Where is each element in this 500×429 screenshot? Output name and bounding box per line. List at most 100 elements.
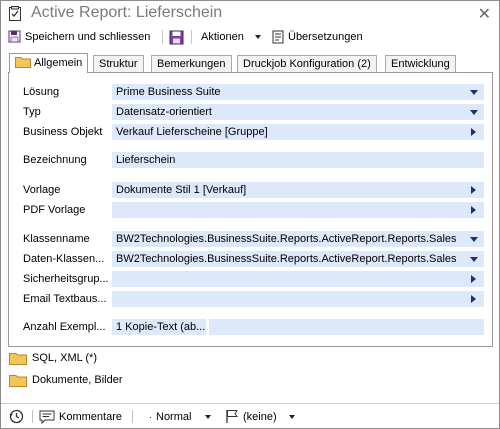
priority-dropdown[interactable]: · Normal: [149, 408, 212, 425]
actions-menu-button[interactable]: Aktionen: [201, 27, 261, 47]
anzahl-exemplare-input[interactable]: 1 Kopie-Text (ab...: [112, 319, 206, 335]
anzahl-exemplare-extra-field[interactable]: [209, 319, 484, 335]
tab-label: Druckjob Konfiguration (2): [243, 58, 371, 70]
comments-label: Kommentare: [59, 410, 122, 423]
tab-entwicklung[interactable]: Entwicklung: [385, 55, 456, 72]
field-value: Dokumente Stil 1 [Verkauf]: [116, 184, 247, 196]
report-app-icon: [9, 6, 21, 21]
tab-label: Bemerkungen: [157, 58, 226, 70]
lookup-arrow-icon[interactable]: [471, 275, 476, 283]
field-label: Email Textbaus...: [23, 293, 107, 305]
field-value: Prime Business Suite: [116, 86, 221, 98]
lookup-arrow-icon[interactable]: [471, 128, 476, 136]
priority-label: Normal: [156, 410, 192, 423]
tab-strip: Allgemein Struktur Bemerkungen Druckjob …: [1, 53, 499, 73]
typ-dropdown[interactable]: Datensatz-orientiert: [112, 104, 484, 120]
field-value: BW2Technologies.BusinessSuite.Reports.Ac…: [116, 253, 456, 265]
field-value: Verkauf Lieferscheine [Gruppe]: [116, 126, 268, 138]
save-close-label: Speichern und schliessen: [25, 31, 151, 43]
window-title: Active Report: Lieferschein: [31, 4, 223, 21]
lookup-arrow-icon[interactable]: [471, 186, 476, 194]
save-close-button[interactable]: Speichern und schliessen: [8, 27, 150, 47]
klassenname-dropdown[interactable]: BW2Technologies.BusinessSuite.Reports.Ac…: [112, 231, 484, 247]
daten-klassen-dropdown[interactable]: BW2Technologies.BusinessSuite.Reports.Ac…: [112, 251, 484, 267]
general-tab-panel: Lösung Prime Business Suite Typ Datensat…: [8, 72, 493, 347]
field-label: Daten-Klassen...: [23, 253, 105, 265]
close-icon[interactable]: ✕: [478, 4, 491, 23]
field-label: Typ: [23, 106, 41, 118]
sicherheitsgruppe-lookup[interactable]: [112, 271, 484, 287]
lookup-arrow-icon[interactable]: [471, 295, 476, 303]
toolbar-divider: [191, 30, 192, 44]
report-window: Active Report: Lieferschein ✕ Speichern …: [0, 0, 500, 429]
field-label: Sicherheitsgrup...: [23, 273, 109, 285]
folder-icon: [15, 57, 31, 68]
dropdown-arrow-icon[interactable]: [470, 110, 478, 115]
save-button[interactable]: [169, 27, 184, 47]
section-label: Dokumente, Bilder: [32, 374, 123, 386]
form-row-business-objekt: Business Objekt Verkauf Lieferscheine [G…: [23, 124, 484, 140]
form-row-sicherheitsgruppe: Sicherheitsgrup...: [23, 271, 484, 287]
form-row-daten-klassen: Daten-Klassen... BW2Technologies.Busines…: [23, 251, 484, 267]
section-dokumente-bilder[interactable]: Dokumente, Bilder: [9, 371, 123, 389]
flag-dropdown[interactable]: (keine): [225, 408, 295, 425]
chevron-down-icon: [288, 414, 295, 419]
pdf-vorlage-lookup[interactable]: [112, 202, 484, 218]
dropdown-arrow-icon[interactable]: [470, 237, 478, 242]
vorlage-lookup[interactable]: Dokumente Stil 1 [Verkauf]: [112, 182, 484, 198]
form-row-anzahl-exemplare: Anzahl Exempl... 1 Kopie-Text (ab...: [23, 319, 484, 335]
field-label: Bezeichnung: [23, 154, 87, 166]
form-row-email-textbaustein: Email Textbaus...: [23, 291, 484, 307]
translations-button[interactable]: Übersetzungen: [271, 27, 363, 47]
save-icon: [169, 30, 184, 44]
field-label: Anzahl Exempl...: [23, 321, 106, 333]
tab-label: Allgemein: [34, 57, 83, 69]
save-close-icon: [8, 30, 21, 43]
history-icon: [9, 409, 24, 424]
chevron-down-icon: [254, 35, 261, 39]
statusbar-divider: [32, 410, 33, 423]
statusbar-divider: [132, 410, 133, 423]
field-value: 1 Kopie-Text (ab...: [116, 321, 206, 333]
tab-allgemein[interactable]: Allgemein: [9, 53, 89, 73]
lookup-arrow-icon[interactable]: [471, 206, 476, 214]
flag-label: (keine): [243, 410, 277, 423]
history-button[interactable]: [9, 408, 24, 425]
tab-struktur[interactable]: Struktur: [93, 55, 144, 72]
toolbar-divider: [162, 30, 163, 44]
field-label: Lösung: [23, 86, 60, 98]
field-value: Datensatz-orientiert: [116, 106, 212, 118]
comment-icon: [39, 410, 55, 424]
chevron-down-icon: [205, 414, 212, 419]
field-label: PDF Vorlage: [23, 204, 86, 216]
form-row-bezeichnung: Bezeichnung Lieferschein: [23, 152, 484, 168]
form-row-loesung: Lösung Prime Business Suite: [23, 84, 484, 100]
bezeichnung-input[interactable]: Lieferschein: [112, 152, 484, 168]
flag-icon: [226, 410, 238, 423]
form-row-klassenname: Klassenname BW2Technologies.BusinessSuit…: [23, 231, 484, 247]
priority-dot-icon: ·: [149, 411, 152, 422]
section-label: SQL, XML (*): [32, 352, 97, 364]
dropdown-arrow-icon[interactable]: [470, 257, 478, 262]
form-row-typ: Typ Datensatz-orientiert: [23, 104, 484, 120]
actions-label: Aktionen: [201, 31, 244, 43]
folder-icon: [9, 374, 27, 387]
toolbar: Speichern und schliessen Aktionen Überse…: [1, 27, 499, 47]
field-value: Lieferschein: [116, 154, 176, 166]
loesung-dropdown[interactable]: Prime Business Suite: [112, 84, 484, 100]
business-objekt-lookup[interactable]: Verkauf Lieferscheine [Gruppe]: [112, 124, 484, 140]
section-sql-xml[interactable]: SQL, XML (*): [9, 349, 97, 367]
status-bar: Kommentare · Normal (keine): [1, 403, 499, 428]
dropdown-arrow-icon[interactable]: [470, 90, 478, 95]
tab-bemerkungen[interactable]: Bemerkungen: [151, 55, 232, 72]
field-label: Business Objekt: [23, 126, 103, 138]
form-row-pdf-vorlage: PDF Vorlage: [23, 202, 484, 218]
title-bar: Active Report: Lieferschein ✕: [1, 1, 499, 27]
field-value: BW2Technologies.BusinessSuite.Reports.Ac…: [116, 233, 456, 245]
tab-druckjob-konfiguration[interactable]: Druckjob Konfiguration (2): [237, 55, 377, 72]
translate-document-icon: [272, 30, 284, 44]
field-label: Vorlage: [23, 184, 61, 196]
form-row-vorlage: Vorlage Dokumente Stil 1 [Verkauf]: [23, 182, 484, 198]
comments-button[interactable]: Kommentare: [39, 408, 122, 425]
email-textbaustein-lookup[interactable]: [112, 291, 484, 307]
